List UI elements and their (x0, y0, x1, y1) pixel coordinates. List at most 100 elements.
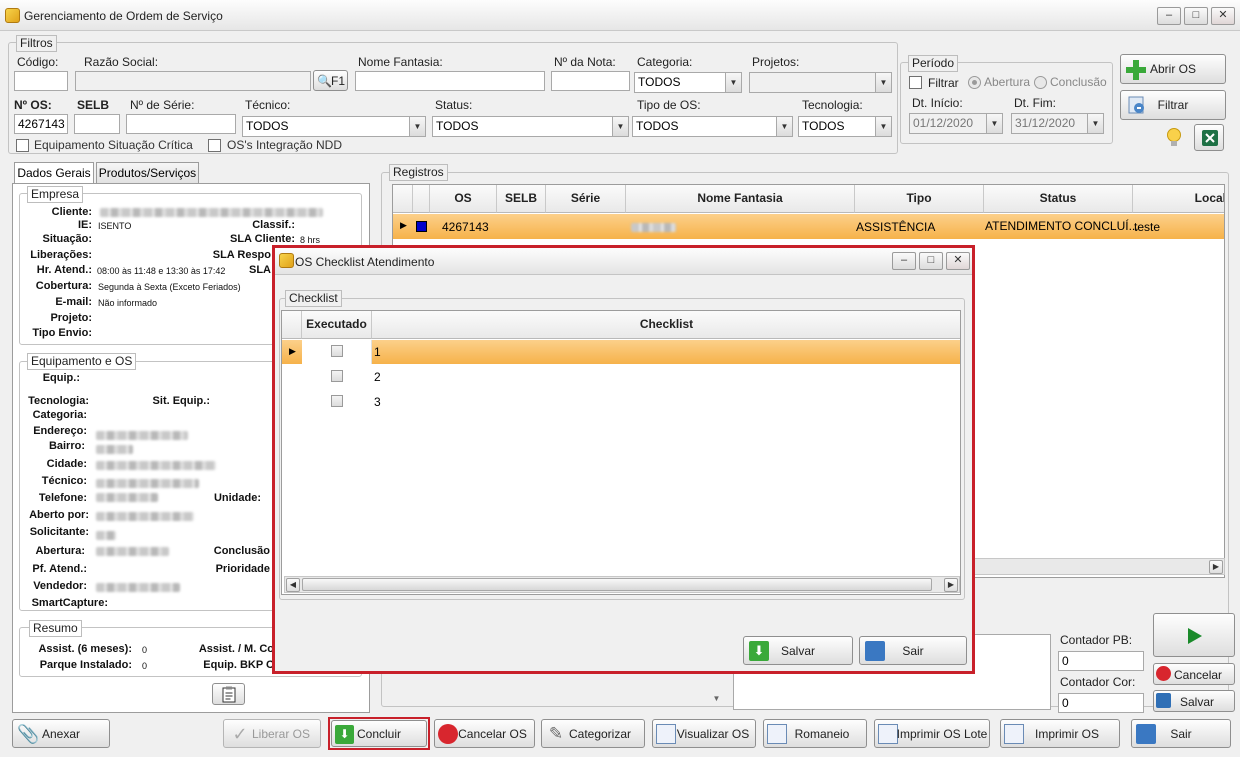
nome-fantasia-input[interactable] (355, 71, 545, 91)
codigo-input[interactable] (14, 71, 68, 91)
equip-critica-checkbox[interactable] (16, 139, 29, 152)
col-executado[interactable]: Executado (302, 311, 372, 339)
razao-social-input[interactable] (75, 71, 311, 91)
dialog-maximize-button[interactable]: □ (919, 252, 943, 270)
col-selb[interactable]: SELB (497, 185, 546, 213)
tecnologia-select[interactable]: TODOS ▼ (798, 116, 892, 137)
cancelar-os-label: Cancelar OS (458, 726, 527, 741)
col-serie[interactable]: Série (546, 185, 626, 213)
col-checklist[interactable]: Checklist (372, 311, 960, 339)
tecnico-select[interactable]: TODOS ▼ (242, 116, 426, 137)
abertura-radio[interactable] (968, 76, 981, 89)
clipboard-button[interactable] (212, 683, 245, 705)
abertura-label: Abertura (984, 75, 1031, 89)
anexar-button[interactable]: 📎 Anexar (12, 719, 110, 748)
col-status[interactable]: Status (984, 185, 1133, 213)
cancelar-side-label: Cancelar (1174, 668, 1223, 682)
integracao-ndd-checkbox[interactable] (208, 139, 221, 152)
serie-label: Nº de Série: (130, 98, 195, 112)
col-nome-fantasia[interactable]: Nome Fantasia (626, 185, 855, 213)
imprimir-os-label: Imprimir OS (1035, 726, 1099, 741)
prioridade-label: Prioridade (215, 563, 270, 575)
chevron-right-icon[interactable]: ▶ (1209, 560, 1223, 574)
abrir-os-button[interactable]: Abrir OS (1120, 54, 1226, 84)
tipo-os-select[interactable]: TODOS ▼ (632, 116, 793, 137)
nota-input[interactable] (551, 71, 630, 91)
close-button[interactable]: ✕ (1211, 7, 1235, 25)
contador-cor-input[interactable]: 0 (1058, 693, 1144, 713)
tecnologia-label: Tecnologia: (802, 98, 863, 112)
dialog-minimize-button[interactable]: – (892, 252, 916, 270)
serie-input[interactable] (126, 114, 236, 134)
dt-fim-picker[interactable]: 31/12/2020 ▼ (1011, 113, 1104, 134)
col-os[interactable]: OS (430, 185, 497, 213)
tab-dados-gerais[interactable]: Dados Gerais (14, 162, 94, 184)
save-icon (1156, 693, 1171, 708)
chevron-down-icon: ▼ (875, 117, 891, 136)
cancelar-os-button[interactable]: Cancelar OS (434, 719, 535, 748)
cancelar-side-button[interactable]: Cancelar (1153, 663, 1235, 685)
executado-checkbox[interactable] (331, 370, 343, 382)
excel-export-button[interactable] (1194, 124, 1224, 151)
table-row[interactable]: ▶ 4267143 ASSISTÊNCIA ATENDIMENTO CONCLU… (393, 214, 1224, 239)
registros-horizontal-scrollbar[interactable]: ▶ (960, 558, 1225, 575)
row-pointer-icon: ▶ (400, 220, 407, 230)
filtrar-button[interactable]: Filtrar (1120, 90, 1226, 120)
imprimir-lote-button[interactable]: Imprimir OS Lote (874, 719, 990, 748)
chevron-right-icon[interactable]: ▶ (944, 578, 958, 592)
executado-checkbox[interactable] (331, 345, 343, 357)
filtrar-periodo-checkbox[interactable] (909, 76, 922, 89)
chevron-down-icon[interactable]: ▼ (708, 690, 725, 708)
executado-checkbox[interactable] (331, 395, 343, 407)
dialog-salvar-label: Salvar (780, 643, 815, 658)
contador-pb-input[interactable]: 0 (1058, 651, 1144, 671)
dt-inicio-picker[interactable]: 01/12/2020 ▼ (909, 113, 1003, 134)
minimize-button[interactable]: – (1157, 7, 1181, 25)
dialog-salvar-button[interactable]: ⬇ Salvar (743, 636, 853, 665)
cell-local: teste (1134, 220, 1161, 234)
assist-m-label: Assist. / M. Co (198, 643, 274, 655)
dialog-titlebar: OS Checklist Atendimento – □ ✕ (275, 248, 972, 275)
col-tipo[interactable]: Tipo (855, 185, 984, 213)
dt-fim-value: 31/12/2020 (1015, 116, 1076, 130)
imprimir-os-button[interactable]: Imprimir OS (1000, 719, 1120, 748)
dialog-close-button[interactable]: ✕ (946, 252, 970, 270)
conclusao-info-label: Conclusão (213, 545, 270, 557)
maximize-button[interactable]: □ (1184, 7, 1208, 25)
col-local[interactable]: Local (1133, 185, 1224, 213)
visualizar-os-label: Visualizar OS (676, 726, 750, 741)
cidade-label: Cidade: (46, 458, 87, 470)
grid-row-header (393, 185, 413, 213)
play-button[interactable] (1153, 613, 1235, 657)
vendedor-value-redacted (96, 583, 180, 592)
table-row[interactable]: 3 (282, 389, 960, 414)
dialog-title: OS Checklist Atendimento (295, 255, 435, 269)
salvar-side-button[interactable]: Salvar (1153, 690, 1235, 712)
tab-produtos-servicos[interactable]: Produtos/Serviços (96, 162, 199, 183)
os-number-input[interactable]: 4267143 (14, 114, 68, 134)
sair-button[interactable]: Sair (1131, 719, 1231, 748)
scrollbar-thumb[interactable] (302, 578, 932, 591)
categoria-select[interactable]: TODOS ▼ (634, 72, 742, 93)
liberar-os-button[interactable]: ✓ Liberar OS (223, 719, 321, 748)
visualizar-os-button[interactable]: Visualizar OS (652, 719, 756, 748)
f1-search-button[interactable]: 🔍 F1 (313, 70, 348, 91)
conclusao-radio[interactable] (1034, 76, 1047, 89)
table-row[interactable]: ▶ 1 (282, 340, 960, 364)
categoria-label: Categoria: (637, 55, 693, 69)
status-color-icon (416, 221, 427, 232)
status-label: Status: (435, 98, 473, 112)
email-value: Não informado (98, 298, 158, 308)
checklist-horizontal-scrollbar[interactable]: ◀ ▶ (284, 576, 960, 593)
projetos-select[interactable]: ▼ (749, 72, 892, 93)
dialog-sair-label: Sair (902, 643, 924, 658)
chevron-left-icon[interactable]: ◀ (286, 578, 300, 592)
status-select[interactable]: TODOS ▼ (432, 116, 629, 137)
concluir-button[interactable]: ⬇ Concluir (331, 720, 427, 747)
categorizar-button[interactable]: ✎ Categorizar (541, 719, 645, 748)
romaneio-button[interactable]: Romaneio (763, 719, 867, 748)
table-row[interactable]: 2 (282, 364, 960, 389)
lightbulb-icon[interactable] (1166, 127, 1182, 149)
selb-input[interactable] (74, 114, 120, 134)
dialog-sair-button[interactable]: Sair (859, 636, 967, 665)
